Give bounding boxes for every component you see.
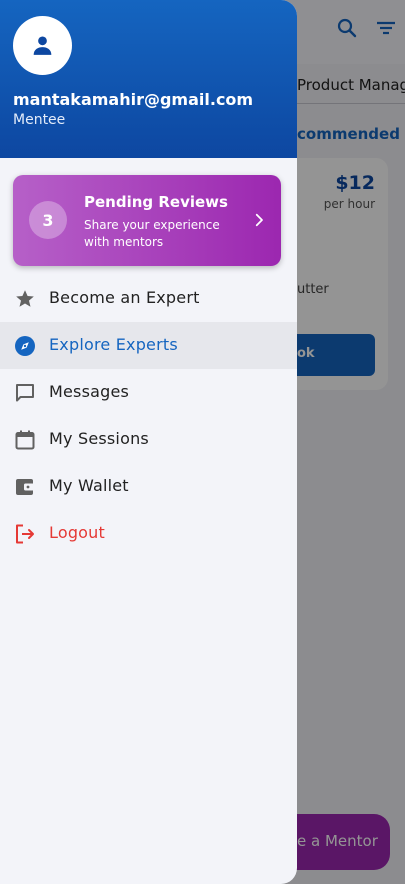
logout-icon (16, 524, 34, 544)
menu-item-label: My Wallet (49, 476, 129, 495)
menu-item-my-sessions[interactable]: My Sessions (0, 416, 297, 463)
chevron-right-icon (255, 213, 263, 227)
menu-item-messages[interactable]: Messages (0, 369, 297, 416)
pending-reviews-count: 3 (29, 201, 67, 239)
menu-item-label: Messages (49, 382, 130, 401)
menu-item-my-wallet[interactable]: My Wallet (0, 463, 297, 510)
pending-reviews-title: Pending Reviews (84, 193, 228, 211)
compass-icon (15, 336, 35, 356)
pending-reviews-subtitle: Share your experience with mentors (84, 218, 220, 249)
menu-item-label: Become an Expert (49, 288, 200, 307)
drawer-menu: Become an Expert Explore Experts Message… (0, 275, 297, 557)
calendar-icon (15, 430, 35, 450)
pending-reviews-card[interactable]: 3 Pending Reviews Share your experience … (13, 175, 281, 266)
menu-item-label: My Sessions (49, 429, 149, 448)
menu-item-label: Logout (49, 523, 105, 542)
menu-item-become-expert[interactable]: Become an Expert (0, 275, 297, 322)
chat-icon (16, 384, 34, 402)
navigation-drawer: mantakamahir@gmail.com Mentee 3 Pending … (0, 0, 297, 884)
star-icon (16, 290, 34, 307)
wallet-icon (16, 479, 34, 495)
menu-item-logout[interactable]: Logout (0, 510, 297, 557)
user-role: Mentee (13, 112, 66, 128)
drawer-header: mantakamahir@gmail.com Mentee (0, 0, 297, 158)
menu-item-explore-experts[interactable]: Explore Experts (0, 322, 297, 369)
user-email: mantakamahir@gmail.com (13, 90, 254, 109)
avatar[interactable] (13, 16, 72, 75)
menu-item-label: Explore Experts (49, 335, 178, 354)
person-icon (33, 36, 52, 55)
